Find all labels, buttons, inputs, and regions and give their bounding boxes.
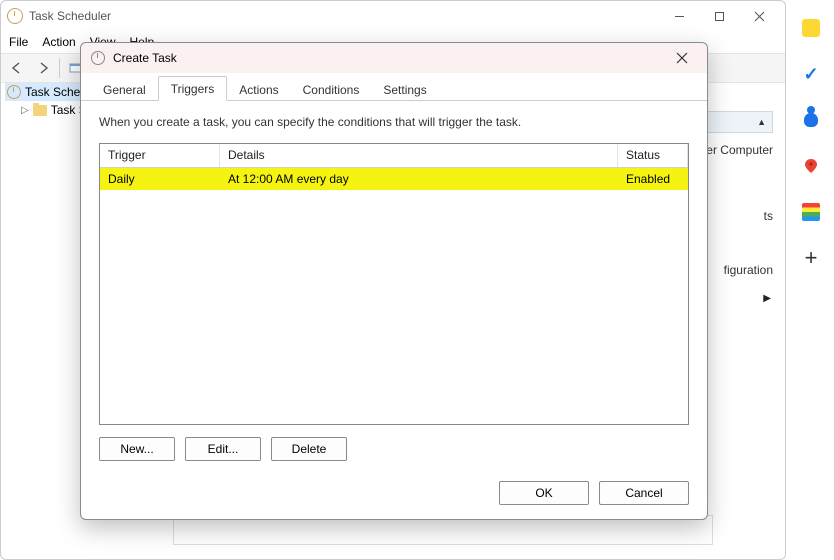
dialog-close-button[interactable]: [667, 46, 697, 70]
keep-icon[interactable]: [801, 18, 821, 38]
add-button[interactable]: +: [801, 248, 821, 268]
folder-icon: [33, 105, 47, 116]
window-title: Task Scheduler: [29, 9, 111, 23]
title-bar: Task Scheduler: [1, 1, 785, 31]
chevron-right-icon: ▷: [21, 105, 29, 116]
addon-icon[interactable]: [801, 202, 821, 222]
menu-action[interactable]: Action: [42, 35, 75, 49]
app-sidebar: ✓ +: [792, 10, 830, 268]
triangle-up-icon: ▲: [757, 117, 766, 127]
clock-icon: [91, 51, 105, 65]
maps-icon[interactable]: [801, 156, 821, 176]
triggers-grid[interactable]: Trigger Details Status Daily At 12:00 AM…: [99, 143, 689, 425]
tasks-icon[interactable]: ✓: [801, 64, 821, 84]
menu-file[interactable]: File: [9, 35, 28, 49]
dialog-footer: OK Cancel: [81, 471, 707, 519]
cell-trigger: Daily: [100, 172, 220, 186]
col-header-status[interactable]: Status: [618, 144, 688, 167]
arrow-right-icon: ▶: [763, 293, 771, 304]
tab-description: When you create a task, you can specify …: [99, 115, 689, 129]
grid-row[interactable]: Daily At 12:00 AM every day Enabled: [100, 168, 688, 190]
maximize-button[interactable]: [699, 2, 739, 30]
col-header-trigger[interactable]: Trigger: [100, 144, 220, 167]
edit-button[interactable]: Edit...: [185, 437, 261, 461]
tab-general[interactable]: General: [91, 78, 158, 101]
grid-buttons: New... Edit... Delete: [99, 425, 689, 461]
new-button[interactable]: New...: [99, 437, 175, 461]
grid-header: Trigger Details Status: [100, 144, 688, 168]
minimize-button[interactable]: [659, 2, 699, 30]
dialog-title: Create Task: [113, 51, 177, 65]
tab-triggers[interactable]: Triggers: [158, 76, 228, 101]
dialog-body: When you create a task, you can specify …: [81, 101, 707, 471]
back-button[interactable]: [5, 56, 29, 80]
close-button[interactable]: [739, 2, 779, 30]
tab-actions[interactable]: Actions: [227, 78, 290, 101]
cancel-button[interactable]: Cancel: [599, 481, 689, 505]
cell-status: Enabled: [618, 172, 688, 186]
forward-button[interactable]: [31, 56, 55, 80]
ok-button[interactable]: OK: [499, 481, 589, 505]
tab-settings[interactable]: Settings: [371, 78, 438, 101]
tab-conditions[interactable]: Conditions: [291, 78, 372, 101]
clock-icon: [7, 85, 21, 99]
contacts-icon[interactable]: [801, 110, 821, 130]
create-task-dialog: Create Task General Triggers Actions Con…: [80, 42, 708, 520]
clock-icon: [7, 8, 23, 24]
cell-details: At 12:00 AM every day: [220, 172, 618, 186]
tab-strip: General Triggers Actions Conditions Sett…: [81, 73, 707, 101]
col-header-details[interactable]: Details: [220, 144, 618, 167]
delete-button[interactable]: Delete: [271, 437, 347, 461]
plus-icon: +: [805, 245, 818, 271]
dialog-title-bar: Create Task: [81, 43, 707, 73]
